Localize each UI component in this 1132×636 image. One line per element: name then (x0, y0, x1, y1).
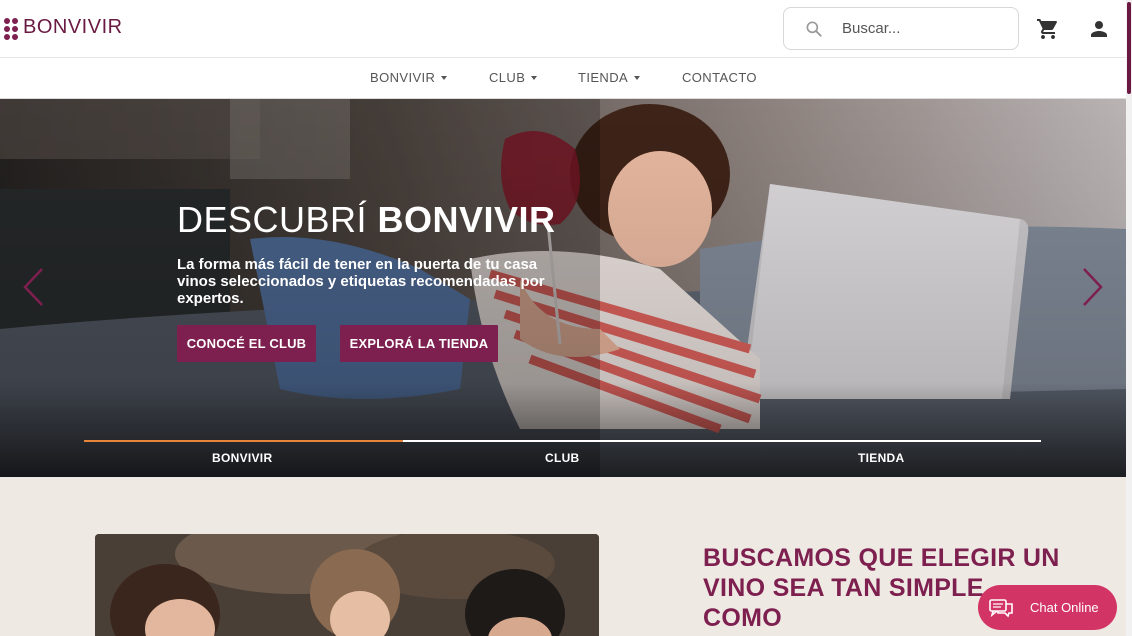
slide-tab-bonvivir[interactable]: BONVIVIR (212, 451, 272, 465)
page-scrollbar[interactable] (1126, 0, 1132, 636)
scrollbar-thumb[interactable] (1127, 2, 1131, 94)
brand-name: BONVIVIR (23, 16, 123, 38)
chat-online-button[interactable]: Chat Online (978, 585, 1117, 630)
search-input[interactable] (842, 20, 1002, 37)
nav-item-club[interactable]: CLUB (489, 70, 538, 85)
caret-down-icon (441, 75, 448, 80)
nav-item-contacto[interactable]: CONTACTO (682, 70, 757, 85)
nav-item-label: BONVIVIR (370, 70, 436, 85)
chat-bubbles-icon (984, 591, 1018, 625)
user-icon[interactable] (1087, 17, 1111, 41)
slide-tab-tienda[interactable]: TIENDA (858, 451, 904, 465)
nav-item-label: CLUB (489, 70, 526, 85)
chevron-left-icon[interactable] (22, 267, 46, 307)
explora-la-tienda-button[interactable]: EXPLORÁ LA TIENDA (340, 325, 498, 362)
brand-logo[interactable]: BONVIVIR (4, 16, 123, 40)
conoce-el-club-button[interactable]: CONOCÉ EL CLUB (177, 325, 316, 362)
slide-progress-fill (84, 440, 403, 442)
slide-progress-bar (84, 440, 1041, 442)
slide-tab-club[interactable]: CLUB (545, 451, 580, 465)
nav-item-label: TIENDA (578, 70, 629, 85)
hero-carousel: DESCUBRÍ BONVIVIR La forma más fácil de … (0, 99, 1126, 477)
site-header: BONVIVIR (0, 0, 1126, 58)
hero-title: DESCUBRÍ BONVIVIR (177, 199, 556, 241)
nav-item-tienda[interactable]: TIENDA (578, 70, 641, 85)
nav-item-label: CONTACTO (682, 70, 757, 85)
main-nav: BONVIVIR CLUB TIENDA CONTACTO (0, 58, 1126, 99)
hero-subtitle: La forma más fácil de tener en la puerta… (177, 256, 545, 307)
hero-title-bold: BONVIVIR (377, 199, 556, 240)
hero-title-light: DESCUBRÍ (177, 199, 378, 240)
logo-dots-icon (4, 17, 18, 40)
wine-tasting-photo (95, 534, 599, 636)
chat-label: Chat Online (1030, 600, 1099, 615)
search-box[interactable] (783, 7, 1019, 50)
cart-icon[interactable] (1036, 17, 1060, 41)
search-icon (806, 21, 822, 37)
chevron-right-icon[interactable] (1080, 267, 1104, 307)
nav-item-bonvivir[interactable]: BONVIVIR (370, 70, 448, 85)
photo-image (95, 534, 599, 636)
intro-section: BUSCAMOS QUE ELEGIR UN VINO SEA TAN SIMP… (0, 477, 1126, 636)
caret-down-icon (531, 75, 538, 80)
caret-down-icon (634, 75, 641, 80)
